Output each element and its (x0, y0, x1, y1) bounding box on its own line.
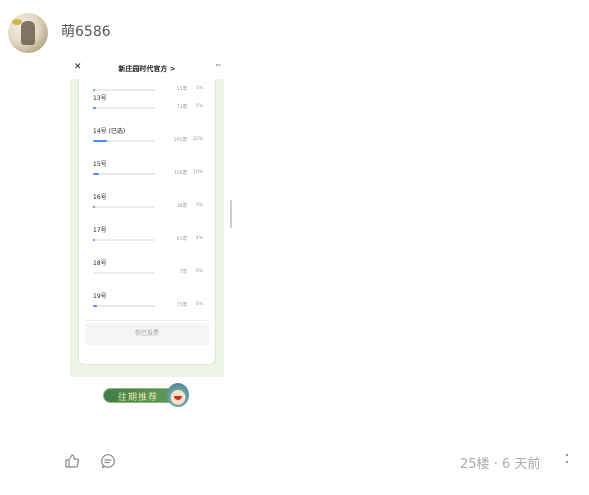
poll-option: 19号 75票 6% (85, 291, 209, 321)
poll-option-label: 14号 (已选) (93, 128, 126, 135)
poll-bar-track (93, 305, 155, 307)
poll-percentage: 10% (192, 170, 203, 175)
poll-vote-count: 38票 (176, 204, 187, 209)
poll-percentage: 4% (195, 236, 203, 241)
poll-percentage: 5% (195, 104, 203, 109)
embedded-screenshot[interactable]: ✕ 新庄园时代官方 > ··· 15票 1% 13号 73票 5% 14号 (已选) 291… (70, 58, 224, 377)
poll-bar-track (93, 107, 155, 109)
poll-option-label: 19号 (93, 293, 107, 300)
poll-option-label: 17号 (93, 227, 107, 234)
poll-bar-track (93, 206, 155, 208)
poll-vote-count: 291票 (173, 138, 187, 143)
poll-option: 16号 38票 3% (85, 192, 209, 222)
poll-bar-fill (93, 89, 95, 91)
poll-vote-count: 73票 (176, 105, 187, 110)
poll-bar-fill (93, 173, 99, 175)
banner-label: 往期推荐 (117, 393, 158, 403)
mascot-icon (167, 383, 189, 407)
poll-percentage: 0% (195, 269, 203, 274)
poll-bar-fill (93, 140, 107, 142)
poll-percentage: 6% (195, 302, 203, 307)
poll-option: 17号 61票 4% (85, 225, 209, 255)
poll-option-label: 16号 (93, 194, 107, 201)
meta-separator: · (493, 457, 498, 472)
poll-option-label: 18号 (93, 260, 107, 267)
post-time: 6 天前 (501, 457, 541, 472)
banner-strip: 往期推荐 (103, 388, 173, 403)
poll-option: 18号 7票 0% (85, 258, 209, 288)
username[interactable]: 萌6586 (61, 21, 111, 41)
floor-number: 25楼 (460, 457, 490, 472)
poll-option: 13号 73票 5% (85, 93, 209, 123)
screenshot-title: 新庄园时代官方 > (118, 65, 176, 73)
poll-bar-track (93, 140, 155, 142)
more-vertical-icon[interactable] (562, 452, 572, 470)
poll-vote-count: 61票 (176, 237, 187, 242)
poll-percentage: 22% (192, 137, 203, 142)
poll-divider (85, 320, 209, 321)
poll-bar-track (93, 239, 155, 241)
poll-bar-track (93, 272, 155, 274)
poll-option: 14号 (已选) 291票 22% (85, 126, 209, 156)
poll-card: 15票 1% 13号 73票 5% 14号 (已选) 291票 22% 15号 126票 10% 16… (78, 79, 216, 365)
image-resize-handle[interactable] (230, 200, 232, 228)
poll-bar-fill (93, 305, 97, 307)
poll-bar-fill (93, 239, 95, 241)
poll-option-label: 15号 (93, 161, 107, 168)
post-meta: 25楼 · 6 天前 (460, 453, 540, 472)
poll-bar-fill (93, 107, 96, 109)
poll-percentage: 1% (195, 86, 203, 91)
poll-bar-track (93, 89, 155, 91)
poll-vote-count: 126票 (173, 171, 187, 176)
poll-option-label: 13号 (93, 95, 107, 102)
poll-bar-fill (93, 206, 95, 208)
comment-icon[interactable] (100, 453, 116, 469)
poll-vote-count: 7票 (179, 270, 187, 275)
poll-percentage: 3% (195, 203, 203, 208)
poll-vote-count: 15票 (176, 87, 187, 92)
poll-vote-count: 75票 (176, 303, 187, 308)
user-avatar[interactable] (8, 13, 48, 53)
more-icon: ··· (215, 61, 221, 70)
past-recommendations-banner[interactable]: 往期推荐 (103, 383, 189, 407)
poll-option: 15号 126票 10% (85, 159, 209, 189)
voted-status: 你已投票 (85, 323, 209, 345)
poll-bar-track (93, 173, 155, 175)
thumbs-up-icon[interactable] (64, 453, 80, 469)
avatar-figure (21, 21, 35, 45)
